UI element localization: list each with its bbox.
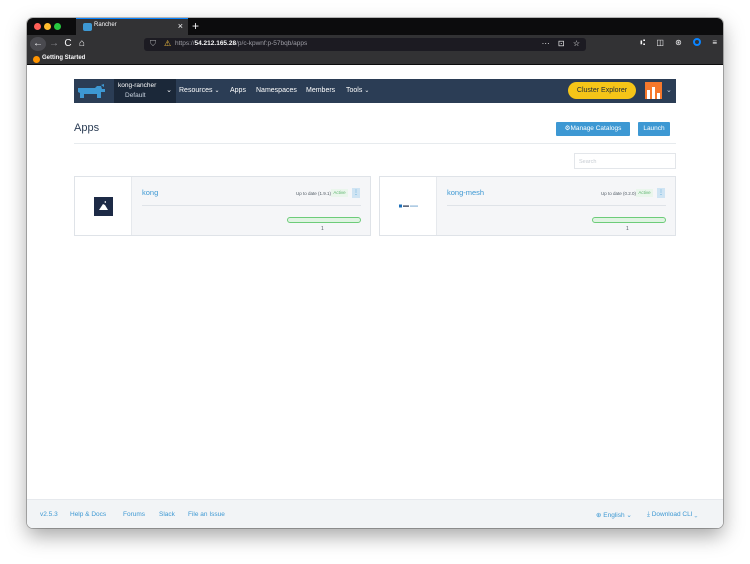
divider (447, 205, 666, 206)
navigation-toolbar: ← → C ⌂ ⛉ ⚠ https://54.212.165.28/p/c-kp… (27, 35, 723, 54)
app-version-status: Up to date (0.2.0) (600, 191, 636, 196)
library-icon[interactable]: ⑆ (640, 38, 645, 47)
slack-link[interactable]: Slack (159, 511, 175, 518)
user-avatar[interactable] (645, 82, 662, 99)
tracking-shield-icon[interactable]: ⛉ (150, 39, 156, 49)
tab-title: Rancher (94, 22, 117, 28)
chevron-down-icon: ⌄ (626, 512, 632, 519)
url-text[interactable]: https://54.212.165.28/p/c-kpwnf:p-57bqb/… (175, 40, 307, 47)
close-window-button[interactable] (34, 23, 41, 30)
nav-resources[interactable]: Resources ⌄ (179, 87, 220, 94)
status-badge: Active (331, 189, 348, 197)
divider (74, 143, 676, 144)
app-logo (380, 177, 437, 235)
chevron-down-icon: ⌄ (166, 87, 172, 94)
rancher-header: kong-rancher Default ⌄ Resources ⌄ Apps N… (74, 79, 676, 103)
status-badge: Active (636, 189, 653, 197)
account-icon[interactable]: ⊛ (675, 38, 682, 47)
browser-tab[interactable]: Rancher × (76, 18, 188, 35)
app-card-kong-mesh: kong-mesh Up to date (0.2.0) Active ⋮ 1 (379, 176, 676, 236)
address-bar-actions: ··· ⊡ ☆ (536, 39, 580, 48)
chevron-down-icon: ⌄ (214, 88, 220, 94)
chevron-down-icon[interactable]: ⌄ (666, 86, 672, 94)
download-cli-button[interactable]: ⤓ Download CLI ⌄ (647, 511, 697, 519)
sidebar-icon[interactable]: ◫ (656, 38, 664, 47)
cluster-project-switcher[interactable]: kong-rancher Default ⌄ (114, 79, 176, 103)
manage-catalogs-button[interactable]: ⚙Manage Catalogs (556, 122, 630, 136)
app-version-status: Up to date (1.9.1) (295, 191, 331, 196)
back-button[interactable]: ← (30, 37, 46, 51)
download-icon: ⤓ (647, 511, 650, 518)
app-actions-menu-button[interactable]: ⋮ (352, 188, 360, 198)
app-card-kong: kong Up to date (1.9.1) Active ⋮ 1 (74, 176, 371, 236)
home-button[interactable]: ⌂ (76, 37, 88, 51)
nav-tools[interactable]: Tools ⌄ (346, 87, 369, 94)
workload-progress-bar (287, 217, 361, 223)
chevron-down-icon: ⌄ (694, 511, 698, 518)
rancher-logo-icon[interactable] (75, 84, 107, 100)
launch-button[interactable]: Launch (638, 122, 670, 136)
menu-icon[interactable]: ≡ (712, 38, 717, 47)
minimize-window-button[interactable] (44, 23, 51, 30)
tab-close-icon[interactable]: × (178, 21, 183, 32)
kong-logo-icon (94, 197, 113, 216)
nav-apps[interactable]: Apps (230, 87, 246, 94)
cluster-explorer-button[interactable]: Cluster Explorer (568, 82, 636, 99)
app-name[interactable]: kong-mesh (447, 188, 484, 197)
app-actions-menu-button[interactable]: ⋮ (657, 188, 665, 198)
forums-link[interactable]: Forums (123, 511, 145, 518)
workload-count: 1 (321, 226, 324, 232)
footer: v2.5.3 Help & Docs Forums Slack File an … (27, 499, 723, 528)
file-issue-link[interactable]: File an Issue (188, 511, 225, 518)
lock-warning-icon[interactable]: ⚠ (164, 39, 171, 48)
extension-icon[interactable] (693, 38, 702, 46)
project-name: Default (125, 92, 146, 99)
search-input[interactable]: Search (574, 153, 676, 169)
address-bar[interactable]: ⛉ ⚠ https://54.212.165.28/p/c-kpwnf:p-57… (144, 38, 586, 51)
nav-namespaces[interactable]: Namespaces (256, 87, 297, 94)
rancher-favicon-icon (83, 23, 92, 31)
toolbar-right: ⑆ ◫ ⊛ ≡ (631, 38, 717, 47)
pocket-icon[interactable]: ⊡ (558, 39, 565, 48)
kong-mesh-logo-icon (399, 204, 418, 208)
new-tab-button[interactable]: + (192, 18, 199, 34)
page-content: kong-rancher Default ⌄ Resources ⌄ Apps N… (27, 65, 723, 528)
app-logo (75, 177, 132, 235)
version-link[interactable]: v2.5.3 (40, 511, 58, 518)
help-docs-link[interactable]: Help & Docs (70, 511, 106, 518)
maximize-window-button[interactable] (54, 23, 61, 30)
workload-progress-bar (592, 217, 666, 223)
language-selector[interactable]: ⊕ English ⌄ (596, 511, 632, 519)
globe-icon: ⊕ (596, 512, 602, 519)
nav-members[interactable]: Members (306, 87, 335, 94)
bookmarks-toolbar: Getting Started (27, 54, 723, 65)
page-title: Apps (74, 122, 100, 134)
divider (142, 205, 361, 206)
reload-button[interactable]: C (62, 37, 74, 51)
chevron-down-icon: ⌄ (364, 88, 370, 94)
bookmark-getting-started[interactable]: Getting Started (42, 55, 85, 61)
workload-count: 1 (626, 226, 629, 232)
cluster-name: kong-rancher (118, 82, 157, 89)
browser-window: Rancher × + ← → C ⌂ ⛉ ⚠ https://54.212.1… (27, 18, 723, 528)
page-actions-icon[interactable]: ··· (542, 39, 550, 48)
bookmark-star-icon[interactable]: ☆ (573, 39, 580, 48)
forward-button[interactable]: → (48, 37, 60, 51)
firefox-icon (33, 56, 40, 63)
app-name[interactable]: kong (142, 188, 158, 197)
tab-bar: Rancher × + (27, 18, 723, 35)
